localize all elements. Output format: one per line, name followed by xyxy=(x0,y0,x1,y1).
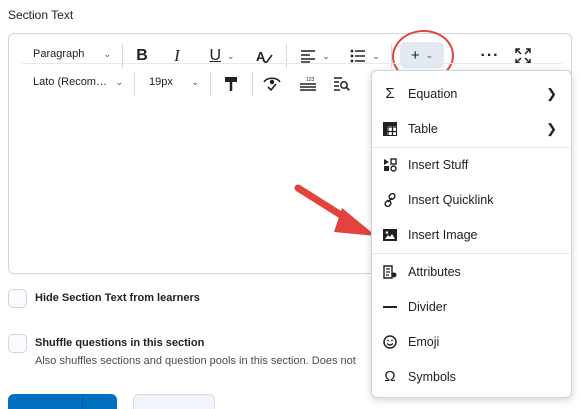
menu-item-equation[interactable]: Σ Equation ❯ xyxy=(372,76,571,111)
eye-check-icon xyxy=(263,77,281,92)
menu-item-label: Attributes xyxy=(408,264,461,279)
paint-roller-icon xyxy=(225,77,237,91)
toolbar-divider xyxy=(252,72,253,96)
hide-section-text-label: Hide Section Text from learners xyxy=(35,292,200,304)
insert-stuff-icon xyxy=(382,157,398,173)
font-family-dropdown[interactable]: Lato (Recom… ⌄ xyxy=(33,76,123,88)
toolbar-divider xyxy=(122,44,123,68)
section-text-label: Section Text xyxy=(8,8,74,22)
menu-item-attributes[interactable]: Attributes xyxy=(372,254,571,289)
menu-item-label: Emoji xyxy=(408,334,440,349)
chevron-down-icon: ⌄ xyxy=(322,50,330,61)
link-icon xyxy=(382,192,398,208)
shuffle-questions-label: Shuffle questions in this section xyxy=(35,337,205,349)
cancel-button[interactable] xyxy=(133,394,215,409)
word-count-button[interactable]: 123 xyxy=(299,73,317,95)
menu-item-divider[interactable]: Divider xyxy=(372,289,571,324)
word-count-icon: 123 xyxy=(300,77,316,91)
block-format-dropdown[interactable]: Paragraph ⌄ xyxy=(33,48,111,60)
expand-icon xyxy=(515,48,531,64)
divider-icon xyxy=(382,299,398,315)
insert-dropdown-menu: Σ Equation ❯ Table ❯ Insert Stuff Insert… xyxy=(371,70,572,398)
chevron-down-icon: ⌄ xyxy=(191,76,199,87)
shuffle-questions-checkbox[interactable] xyxy=(8,334,27,353)
chevron-down-icon: ⌄ xyxy=(372,50,380,61)
align-left-icon xyxy=(301,50,316,63)
menu-item-table[interactable]: Table ❯ xyxy=(372,111,571,146)
menu-item-label: Insert Image xyxy=(408,227,478,242)
toolbar-separator xyxy=(22,63,562,64)
svg-text:123: 123 xyxy=(306,77,315,83)
font-size-value: 19px xyxy=(149,76,173,88)
attributes-icon xyxy=(382,264,398,280)
text-format-icon: A xyxy=(256,49,273,64)
menu-item-insert-quicklink[interactable]: Insert Quicklink xyxy=(372,182,571,217)
sigma-icon: Σ xyxy=(385,85,395,102)
menu-item-label: Equation xyxy=(408,86,458,101)
table-grid-icon xyxy=(382,121,398,137)
toolbar-divider xyxy=(286,44,287,68)
menu-item-label: Table xyxy=(408,121,438,136)
omega-icon: Ω xyxy=(384,368,396,385)
preview-button[interactable] xyxy=(263,73,281,95)
hide-section-text-checkbox[interactable] xyxy=(8,289,27,308)
toolbar-divider xyxy=(134,72,135,96)
menu-item-insert-image[interactable]: Insert Image xyxy=(372,217,571,252)
chevron-down-icon: ⌄ xyxy=(227,50,235,61)
chevron-right-icon: ❯ xyxy=(546,85,557,101)
image-icon xyxy=(382,227,398,243)
emoji-icon xyxy=(382,334,398,350)
chevron-down-icon: ⌄ xyxy=(115,76,123,87)
menu-item-emoji[interactable]: Emoji xyxy=(372,324,571,359)
menu-item-label: Insert Stuff xyxy=(408,157,469,172)
menu-item-label: Symbols xyxy=(408,369,456,384)
red-arrow-annotation xyxy=(294,184,376,236)
chevron-down-icon: ⌄ xyxy=(103,48,111,59)
font-size-dropdown[interactable]: 19px ⌄ xyxy=(149,76,199,88)
menu-item-insert-stuff[interactable]: Insert Stuff xyxy=(372,147,571,182)
font-family-value: Lato (Recom… xyxy=(33,76,107,88)
menu-item-symbols[interactable]: Ω Symbols xyxy=(372,359,571,394)
chevron-right-icon: ❯ xyxy=(546,120,557,136)
block-format-value: Paragraph xyxy=(33,48,85,60)
shuffle-questions-description: Also shuffles sections and question pool… xyxy=(35,355,356,367)
menu-item-label: Divider xyxy=(408,299,447,314)
split-divider xyxy=(82,394,83,409)
toolbar-divider xyxy=(210,72,211,96)
save-split-button[interactable] xyxy=(8,394,117,409)
format-painter-button[interactable] xyxy=(223,73,239,95)
find-replace-icon xyxy=(334,77,350,91)
menu-item-label: Insert Quicklink xyxy=(408,192,494,207)
bulleted-list-icon xyxy=(350,49,366,63)
find-replace-button[interactable] xyxy=(333,73,351,95)
